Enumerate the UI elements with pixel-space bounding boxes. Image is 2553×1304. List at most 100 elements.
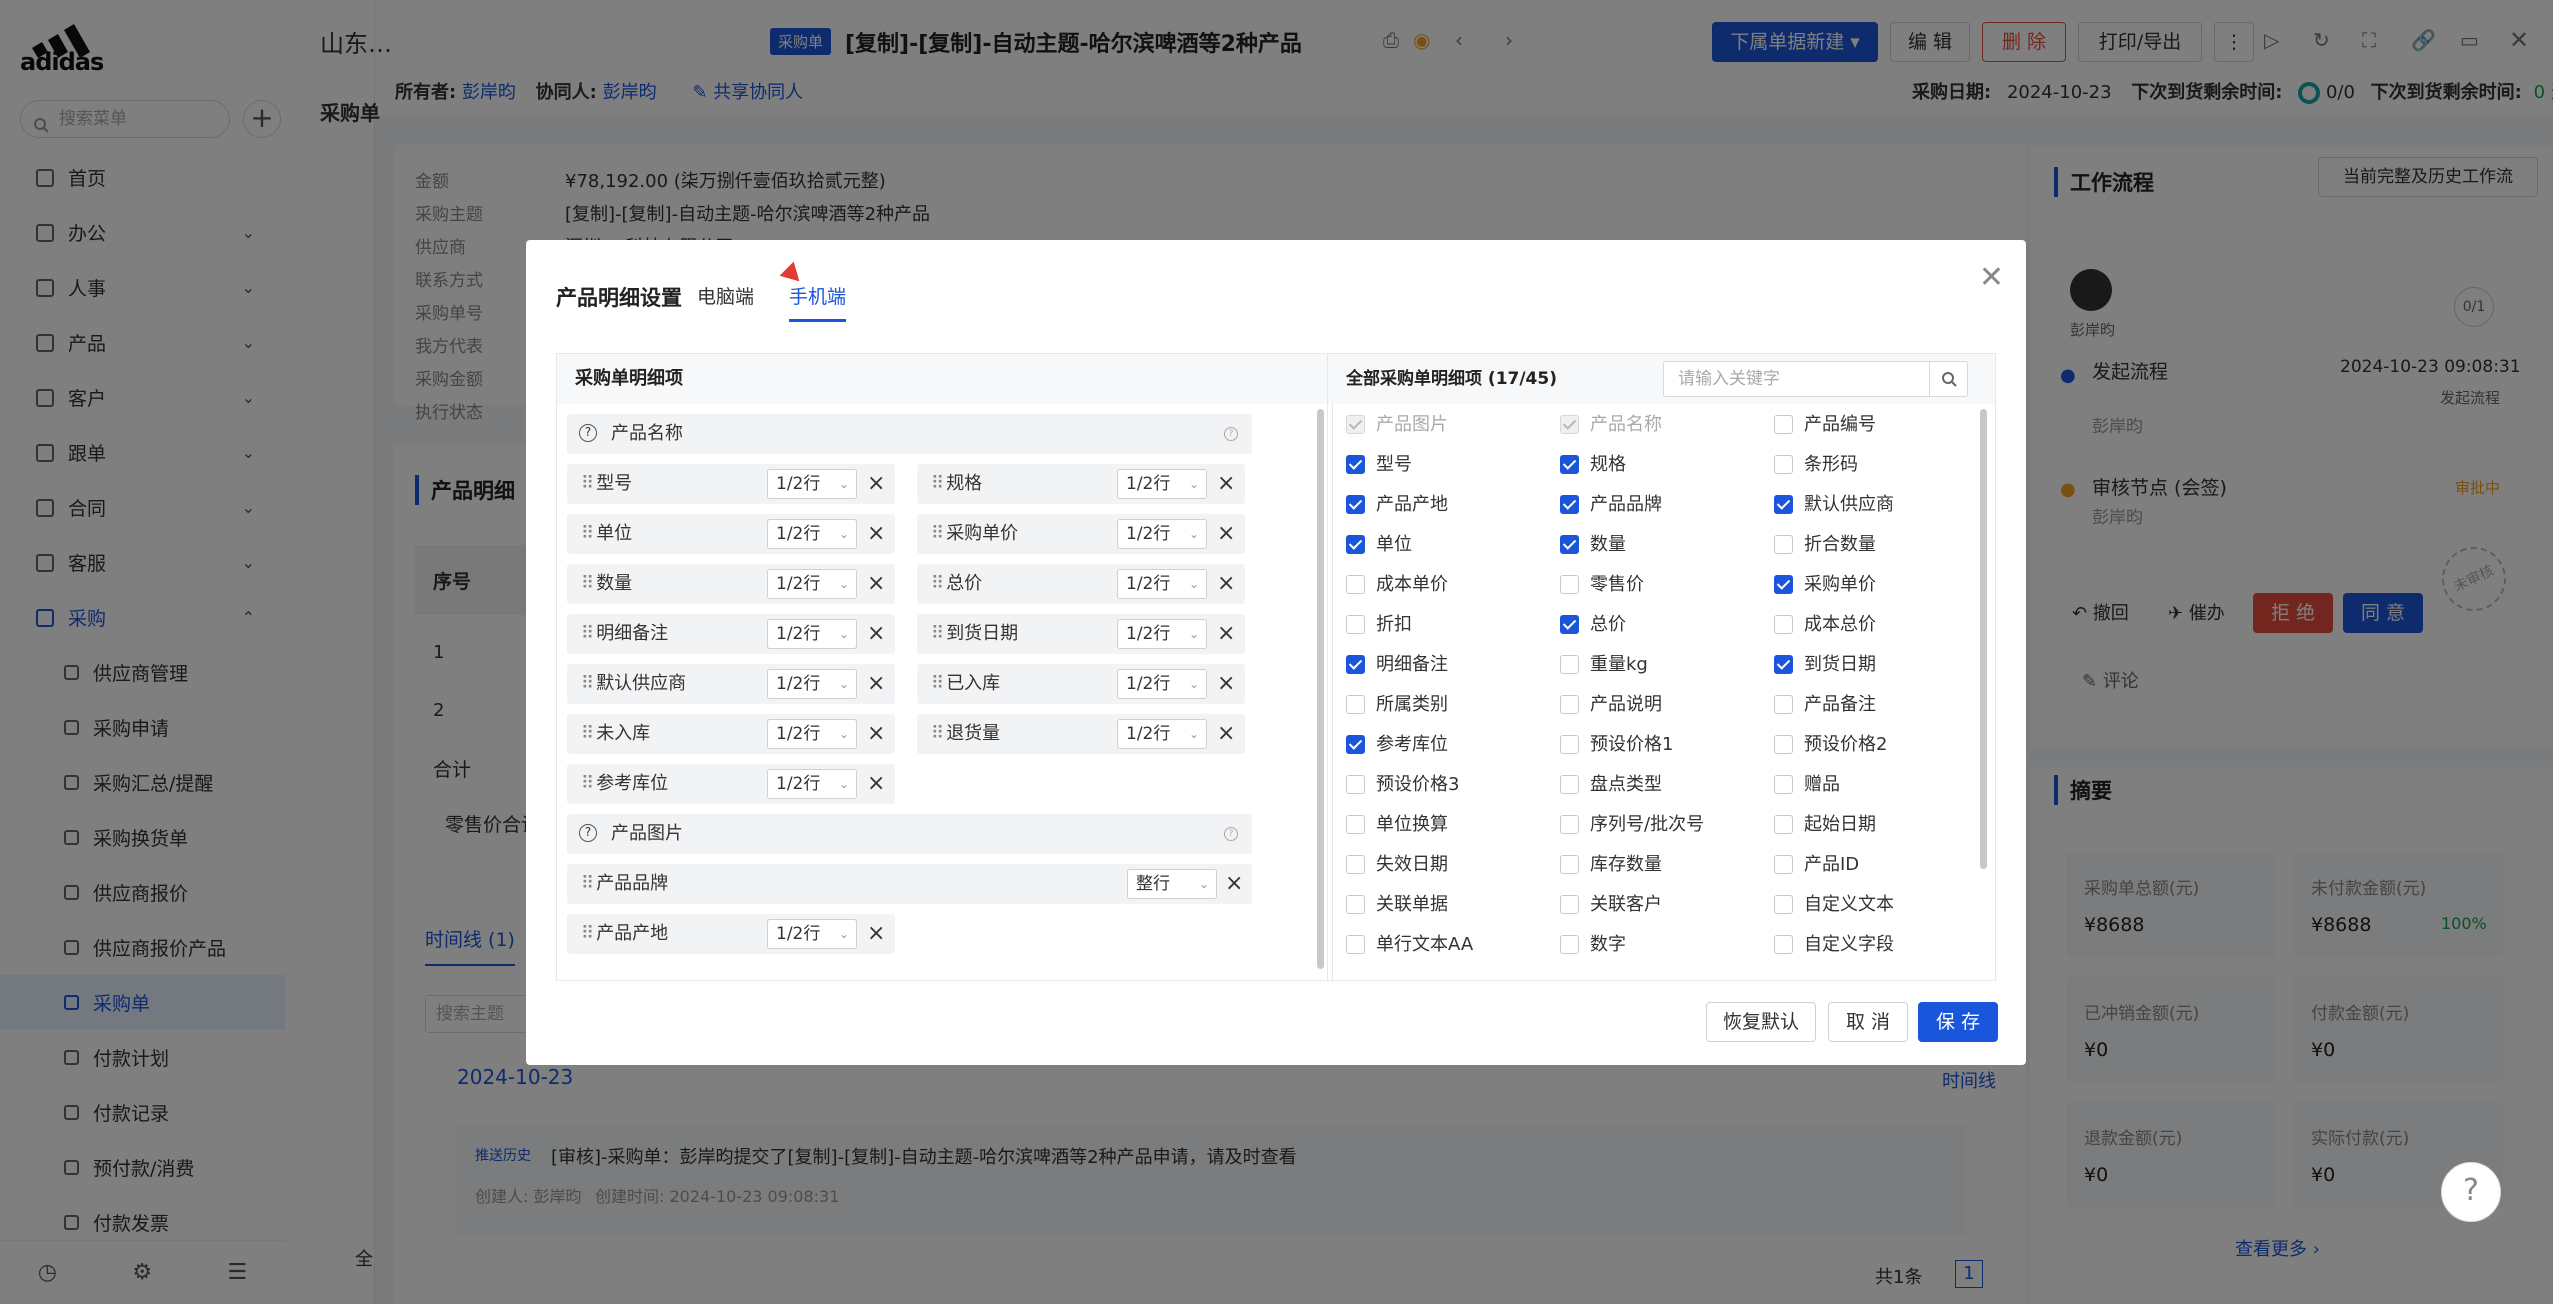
field-checkbox[interactable]: 折合数量: [1774, 534, 1876, 556]
field-row[interactable]: ⠿ 未入库 1/2行 ⌄ ×: [567, 714, 895, 754]
remove-icon[interactable]: ×: [1217, 614, 1235, 654]
width-select[interactable]: 1/2行 ⌄: [767, 619, 857, 649]
group-product-image[interactable]: ? 产品图片 ?: [567, 814, 1252, 854]
field-checkbox[interactable]: 参考库位: [1346, 734, 1448, 756]
field-row[interactable]: ⠿ 退货量 1/2行 ⌄ ×: [917, 714, 1245, 754]
width-select[interactable]: 1/2行 ⌄: [1117, 519, 1207, 549]
checkbox-box[interactable]: [1346, 775, 1365, 794]
field-checkbox[interactable]: 库存数量: [1560, 854, 1662, 876]
checkbox-box[interactable]: [1774, 815, 1793, 834]
remove-icon[interactable]: ×: [1217, 514, 1235, 554]
remove-icon[interactable]: ×: [1225, 864, 1243, 904]
field-checkbox[interactable]: 采购单价: [1774, 574, 1876, 596]
field-checkbox[interactable]: 产品ID: [1774, 854, 1859, 876]
checkbox-box[interactable]: [1560, 855, 1579, 874]
drag-handle-icon[interactable]: ⠿: [931, 623, 944, 644]
remove-icon[interactable]: ×: [867, 714, 885, 754]
field-checkbox[interactable]: 默认供应商: [1774, 494, 1894, 516]
width-select[interactable]: 1/2行 ⌄: [767, 519, 857, 549]
checkbox-box[interactable]: [1774, 775, 1793, 794]
field-row[interactable]: ⠿ 总价 1/2行 ⌄ ×: [917, 564, 1245, 604]
field-row[interactable]: ⠿ 明细备注 1/2行 ⌄ ×: [567, 614, 895, 654]
remove-icon[interactable]: ×: [1217, 564, 1235, 604]
checkbox-box[interactable]: [1346, 455, 1365, 474]
field-checkbox[interactable]: 单位换算: [1346, 814, 1448, 836]
checkbox-box[interactable]: [1774, 455, 1793, 474]
checkbox-box[interactable]: [1346, 575, 1365, 594]
width-select[interactable]: 1/2行 ⌄: [1117, 719, 1207, 749]
info-icon[interactable]: ?: [1224, 827, 1238, 841]
field-checkbox[interactable]: 单位: [1346, 534, 1412, 556]
field-row-full[interactable]: ⠿ 产品品牌 整行 ⌄ ×: [567, 864, 1252, 904]
field-checkbox[interactable]: 重量kg: [1560, 654, 1648, 676]
checkbox-box[interactable]: [1346, 735, 1365, 754]
field-checkbox[interactable]: 明细备注: [1346, 654, 1448, 676]
width-select[interactable]: 1/2行 ⌄: [1117, 619, 1207, 649]
field-checkbox[interactable]: 型号: [1346, 454, 1412, 476]
field-checkbox[interactable]: 数量: [1560, 534, 1626, 556]
field-checkbox[interactable]: 预设价格1: [1560, 734, 1673, 756]
left-scrollbar[interactable]: [1317, 409, 1324, 969]
remove-icon[interactable]: ×: [867, 564, 885, 604]
checkbox-box[interactable]: [1560, 815, 1579, 834]
width-select[interactable]: 1/2行 ⌄: [1117, 669, 1207, 699]
checkbox-box[interactable]: [1774, 615, 1793, 634]
field-row[interactable]: ⠿ 单位 1/2行 ⌄ ×: [567, 514, 895, 554]
close-icon[interactable]: ✕: [1979, 260, 2004, 295]
checkbox-box[interactable]: [1560, 895, 1579, 914]
field-row[interactable]: ⠿ 参考库位 1/2行 ⌄ ×: [567, 764, 895, 804]
field-checkbox[interactable]: 成本总价: [1774, 614, 1876, 636]
width-select[interactable]: 1/2行 ⌄: [767, 769, 857, 799]
field-row[interactable]: ⠿ 到货日期 1/2行 ⌄ ×: [917, 614, 1245, 654]
field-checkbox[interactable]: 自定义文本: [1774, 894, 1894, 916]
drag-handle-icon[interactable]: ⠿: [581, 673, 594, 694]
checkbox-box[interactable]: [1560, 655, 1579, 674]
checkbox-box[interactable]: [1346, 535, 1365, 554]
checkbox-box[interactable]: [1560, 535, 1579, 554]
tab-mobile[interactable]: 手机端: [789, 282, 847, 322]
width-select[interactable]: 1/2行 ⌄: [767, 469, 857, 499]
drag-handle-icon[interactable]: ⠿: [581, 873, 594, 894]
drag-handle-icon[interactable]: ⠿: [931, 523, 944, 544]
drag-handle-icon[interactable]: ⠿: [581, 773, 594, 794]
field-checkbox[interactable]: 产品说明: [1560, 694, 1662, 716]
checkbox-box[interactable]: [1774, 495, 1793, 514]
drag-handle-icon[interactable]: ⠿: [581, 523, 594, 544]
field-checkbox[interactable]: 零售价: [1560, 574, 1644, 596]
checkbox-box[interactable]: [1346, 695, 1365, 714]
remove-icon[interactable]: ×: [867, 614, 885, 654]
reset-default-button[interactable]: 恢复默认: [1706, 1002, 1816, 1042]
checkbox-box[interactable]: [1346, 895, 1365, 914]
drag-handle-icon[interactable]: ⠿: [581, 723, 594, 744]
remove-icon[interactable]: ×: [867, 464, 885, 504]
remove-icon[interactable]: ×: [867, 914, 885, 954]
drag-handle-icon[interactable]: ⠿: [931, 473, 944, 494]
remove-icon[interactable]: ×: [1217, 664, 1235, 704]
checkbox-box[interactable]: [1774, 935, 1793, 954]
checkbox-box[interactable]: [1774, 855, 1793, 874]
field-checkbox[interactable]: 规格: [1560, 454, 1626, 476]
field-row[interactable]: ⠿ 规格 1/2行 ⌄ ×: [917, 464, 1245, 504]
info-icon[interactable]: ?: [1224, 427, 1238, 441]
checkbox-box[interactable]: [1774, 575, 1793, 594]
drag-handle-icon[interactable]: ⠿: [931, 723, 944, 744]
field-checkbox[interactable]: 预设价格3: [1346, 774, 1459, 796]
field-checkbox[interactable]: 序列号/批次号: [1560, 814, 1704, 836]
checkbox-box[interactable]: [1560, 935, 1579, 954]
remove-icon[interactable]: ×: [1217, 714, 1235, 754]
field-checkbox[interactable]: 折扣: [1346, 614, 1412, 636]
checkbox-box[interactable]: [1560, 415, 1579, 434]
width-select[interactable]: 1/2行 ⌄: [767, 569, 857, 599]
drag-handle-icon[interactable]: ⠿: [931, 573, 944, 594]
checkbox-box[interactable]: [1774, 895, 1793, 914]
field-row[interactable]: ⠿ 型号 1/2行 ⌄ ×: [567, 464, 895, 504]
checkbox-box[interactable]: [1774, 535, 1793, 554]
field-row[interactable]: ⠿ 数量 1/2行 ⌄ ×: [567, 564, 895, 604]
remove-icon[interactable]: ×: [867, 764, 885, 804]
width-select[interactable]: 1/2行 ⌄: [767, 719, 857, 749]
drag-handle-icon[interactable]: ⠿: [581, 573, 594, 594]
field-checkbox[interactable]: 条形码: [1774, 454, 1858, 476]
field-checkbox[interactable]: 自定义字段: [1774, 934, 1894, 956]
field-checkbox[interactable]: 关联单据: [1346, 894, 1448, 916]
checkbox-box[interactable]: [1560, 495, 1579, 514]
